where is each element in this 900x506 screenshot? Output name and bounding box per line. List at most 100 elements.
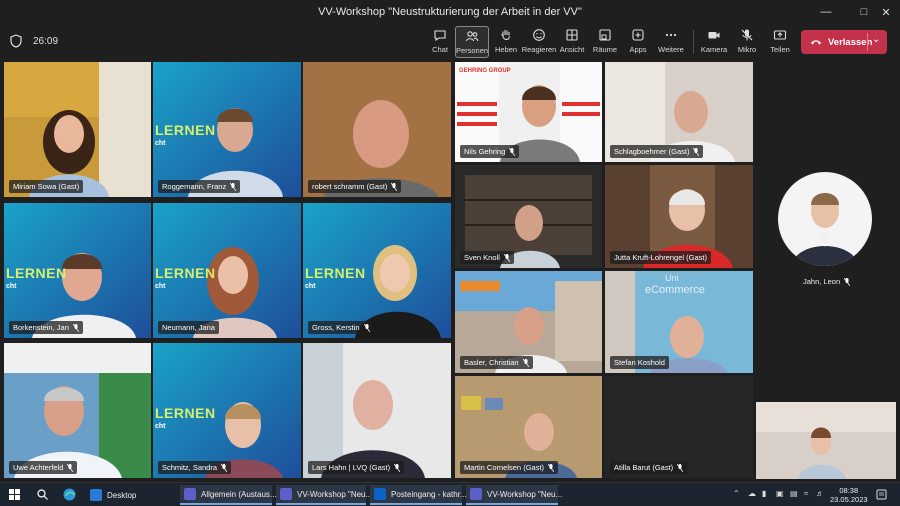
volume-icon[interactable]: ♬ bbox=[816, 489, 824, 498]
taskbar-item-label: VV-Workshop "Neu... bbox=[487, 489, 563, 499]
participant-name: Stefan Koshold bbox=[610, 356, 669, 369]
self-view-tile[interactable] bbox=[756, 402, 896, 479]
minimize-icon[interactable]: — bbox=[810, 0, 842, 24]
camera-icon bbox=[708, 32, 720, 39]
mic-off-icon bbox=[230, 182, 237, 191]
taskbar-item-workshop-window[interactable]: VV-Workshop "Neu... bbox=[466, 485, 562, 505]
video-tile-gross[interactable]: LERNEN cht Gross, Kerstin bbox=[303, 203, 451, 338]
rooms-button[interactable]: Räume bbox=[587, 26, 623, 58]
network-icon[interactable]: ▤ bbox=[790, 489, 798, 498]
background-text: LERNEN bbox=[155, 405, 216, 421]
react-label: Reagieren bbox=[521, 45, 557, 54]
wifi-icon[interactable]: ≈ bbox=[804, 489, 808, 498]
battery-icon[interactable]: ▮ bbox=[762, 489, 766, 498]
more-label: Weitere bbox=[658, 45, 684, 54]
mic-off-icon bbox=[394, 463, 401, 472]
teams-icon bbox=[184, 488, 196, 500]
people-button[interactable]: Personen bbox=[455, 26, 489, 58]
cloud-icon[interactable]: ☁ bbox=[748, 489, 756, 498]
rooms-label: Räume bbox=[592, 45, 618, 54]
video-tile-schmitz[interactable]: LERNEN cht Schmitz, Sandra bbox=[153, 343, 301, 478]
shield-icon bbox=[10, 34, 22, 48]
taskbar-item-label: Desktop bbox=[107, 490, 137, 500]
apps-button[interactable]: Apps bbox=[620, 26, 656, 58]
system-clock[interactable]: 08:38 23.05.2023 bbox=[830, 486, 868, 504]
background-image bbox=[756, 402, 896, 479]
chevron-down-icon[interactable]: ⌄ bbox=[872, 34, 880, 45]
video-tile-cornelsen[interactable]: Martin Cornelsen (Gast) bbox=[455, 376, 602, 478]
leave-button[interactable]: Verlassen ⌄ bbox=[801, 30, 887, 54]
video-tile-miriam[interactable]: Miriam Sowa (Gast) bbox=[4, 62, 151, 197]
video-tile-schlagboehmer[interactable]: Schlagboehmer (Gast) bbox=[605, 62, 753, 162]
hang-up-icon bbox=[811, 40, 821, 45]
meeting-timer: 26:09 bbox=[33, 36, 59, 47]
background-text: cht bbox=[305, 283, 316, 290]
mic-off-icon bbox=[677, 463, 684, 472]
meeting-toolbar: 26:09 Chat Personen Heben Reagieren Ansi… bbox=[0, 24, 900, 60]
teams-icon bbox=[470, 488, 482, 500]
notification-icon[interactable] bbox=[876, 489, 887, 500]
background-text: cht bbox=[155, 283, 166, 290]
taskbar-item-teams-allgemein[interactable]: Allgemein (Austaus... bbox=[180, 485, 277, 505]
video-tile-hahn[interactable]: Lars Hahn | LVQ (Gast) bbox=[303, 343, 451, 478]
taskbar-item-label: Posteingang - kathr... bbox=[391, 489, 467, 499]
react-button[interactable]: Reagieren bbox=[521, 26, 557, 58]
video-tile-schramm[interactable]: robert schramm (Gast) bbox=[303, 62, 451, 197]
participant-name: Borkenstein, Jan bbox=[9, 321, 83, 334]
taskbar-item-desktop[interactable]: Desktop bbox=[90, 485, 174, 505]
mic-off-icon bbox=[548, 463, 555, 472]
taskbar-item-teams-workshop[interactable]: VV-Workshop "Neu... bbox=[276, 485, 372, 505]
video-tile-borkenstein[interactable]: LERNEN cht Borkenstein, Jan bbox=[4, 203, 151, 338]
video-tile-knoll[interactable]: Sven Knoll bbox=[455, 165, 602, 268]
edge-browser-icon[interactable] bbox=[63, 488, 76, 501]
share-button[interactable]: Teilen bbox=[762, 26, 798, 58]
background-text: LERNEN bbox=[155, 122, 216, 138]
raise-hand-button[interactable]: Heben bbox=[488, 26, 524, 58]
windows-start-icon[interactable] bbox=[9, 489, 20, 500]
company-logo: GEHRING GROUP bbox=[459, 68, 511, 74]
background-image bbox=[4, 62, 151, 197]
video-tile-neumann[interactable]: LERNEN cht Neumann, Jana bbox=[153, 203, 301, 338]
taskbar-item-label: VV-Workshop "Neu... bbox=[297, 489, 373, 499]
clock-time: 08:38 bbox=[839, 486, 859, 495]
participant-name: Jutta Kruft-Lohrengel (Gast) bbox=[610, 251, 711, 264]
folder-icon bbox=[90, 489, 102, 501]
video-tile-basler[interactable]: Basler, Christian bbox=[455, 271, 602, 373]
chevron-up-icon[interactable]: ⌃ bbox=[733, 489, 740, 498]
search-icon[interactable] bbox=[37, 489, 48, 500]
video-tile-roggemann[interactable]: LERNEN cht Roggemann, Franz bbox=[153, 62, 301, 197]
people-icon bbox=[465, 31, 479, 42]
video-tile-koshold[interactable]: Uni eCommerce Stefan Koshold bbox=[605, 271, 753, 373]
mic-off-icon bbox=[221, 463, 228, 472]
smiley-icon bbox=[533, 29, 545, 41]
video-tile-barut[interactable]: Atilla Barut (Gast) bbox=[605, 376, 753, 478]
leave-label: Verlassen bbox=[828, 36, 873, 48]
close-icon[interactable]: ✕ bbox=[870, 0, 900, 24]
participant-name: Jahn, Leon bbox=[803, 277, 851, 286]
participant-name: Miriam Sowa (Gast) bbox=[9, 180, 84, 193]
share-label: Teilen bbox=[770, 45, 790, 54]
chat-button[interactable]: Chat bbox=[422, 26, 458, 58]
participant-name: Nils Gehring bbox=[460, 145, 520, 158]
mic-off-icon bbox=[693, 147, 700, 156]
view-button[interactable]: Ansicht bbox=[554, 26, 590, 58]
more-button[interactable]: Weitere bbox=[653, 26, 689, 58]
background-text: Uni bbox=[665, 273, 679, 283]
video-tile-kruft[interactable]: Jutta Kruft-Lohrengel (Gast) bbox=[605, 165, 753, 268]
background-text: cht bbox=[6, 283, 17, 290]
monitor-icon[interactable]: ▣ bbox=[776, 489, 784, 498]
taskbar-item-label: Allgemein (Austaus... bbox=[201, 489, 277, 499]
title-bar: VV-Workshop "Neustrukturierung der Arbei… bbox=[0, 0, 900, 24]
video-tile-gehring[interactable]: GEHRING GROUP Nils Gehring bbox=[455, 62, 602, 162]
camera-button[interactable]: Kamera bbox=[696, 26, 732, 58]
mic-button[interactable]: Mikro bbox=[729, 26, 765, 58]
video-tile-achterfeld[interactable]: Uwe Achterfeld bbox=[4, 343, 151, 478]
background-text: cht bbox=[155, 423, 166, 430]
taskbar-item-outlook[interactable]: Posteingang - kathr... bbox=[370, 485, 467, 505]
mic-off-icon bbox=[72, 323, 79, 332]
background-image bbox=[303, 343, 451, 478]
participant-name: Gross, Kerstin bbox=[308, 321, 374, 334]
background-text: cht bbox=[155, 140, 166, 147]
participant-name: Sven Knoll bbox=[460, 251, 514, 264]
mic-off-icon bbox=[363, 323, 370, 332]
